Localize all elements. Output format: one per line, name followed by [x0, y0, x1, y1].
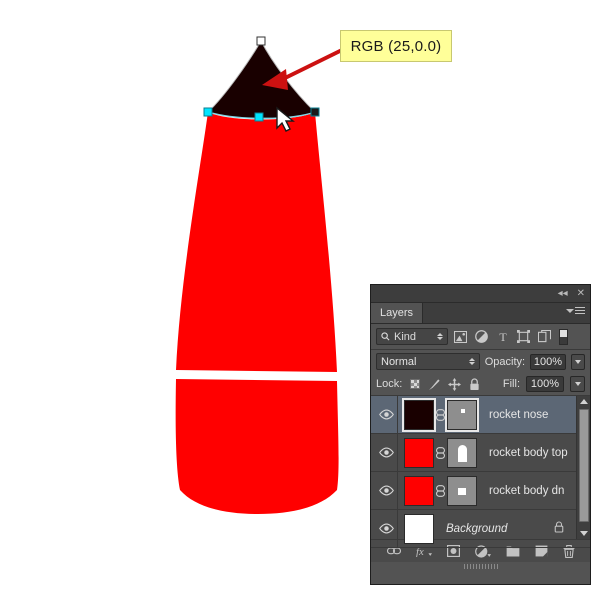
- lock-transparent-pixels-icon[interactable]: [408, 378, 421, 391]
- layer-name: rocket body dn: [489, 484, 565, 497]
- layer-row[interactable]: rocket nose: [371, 395, 590, 434]
- tab-layers-label: Layers: [380, 307, 414, 319]
- panel-menu-icon[interactable]: [566, 307, 585, 314]
- blend-row: Normal Opacity: 100%: [371, 350, 590, 373]
- rgb-callout-box: RGB (25,0.0): [340, 30, 452, 62]
- layer-mask-thumbnail[interactable]: [445, 397, 479, 432]
- filter-kind-label: Kind: [394, 330, 417, 343]
- filter-kind-select[interactable]: Kind: [376, 328, 448, 345]
- blend-mode-spinner[interactable]: [468, 358, 475, 365]
- layer-visibility-eye-icon[interactable]: [375, 523, 397, 534]
- lock-row: Lock: Fill: 100%: [371, 373, 590, 396]
- layer-mask-thumbnail[interactable]: [447, 475, 477, 506]
- rocket-nose-shape: [208, 41, 315, 119]
- layer-row[interactable]: rocket body top: [371, 433, 590, 472]
- collapse-double-arrow-icon[interactable]: ◂◂: [558, 288, 568, 299]
- layer-visibility-eye-icon[interactable]: [375, 485, 397, 496]
- scrollbar-thumb[interactable]: [579, 409, 589, 522]
- row-divider: [397, 433, 398, 472]
- scroll-down-arrow-icon[interactable]: [577, 528, 590, 539]
- layer-row[interactable]: Background: [371, 509, 590, 548]
- panel-titlebar: ◂◂ ✕: [371, 285, 590, 303]
- lock-label: Lock:: [376, 378, 403, 390]
- layer-name: rocket body top: [489, 446, 568, 459]
- fill-dropdown-icon[interactable]: [570, 376, 585, 392]
- svg-text:fx: fx: [416, 547, 424, 557]
- panel-tab-row: Layers: [371, 303, 590, 324]
- layer-visibility-eye-icon[interactable]: [375, 447, 397, 458]
- layer-thumbnail[interactable]: [404, 513, 434, 544]
- lock-position-icon[interactable]: [448, 377, 462, 391]
- layer-list[interactable]: rocket nose rocket body top rocket body dn…: [371, 395, 590, 548]
- mask-link-icon[interactable]: [434, 446, 447, 459]
- panel-resize-grip[interactable]: [371, 562, 590, 571]
- layers-panel[interactable]: ◂◂ ✕ Layers Kind T Normal Opacity: 100% …: [370, 284, 591, 585]
- layer-thumbnail[interactable]: [402, 397, 436, 432]
- filter-kind-spinner[interactable]: [437, 333, 443, 340]
- layer-list-scrollbar[interactable]: [576, 396, 590, 539]
- filter-row: Kind T: [371, 324, 590, 350]
- row-divider: [397, 509, 398, 548]
- lock-image-pixels-icon[interactable]: [428, 378, 441, 391]
- row-divider: [397, 395, 398, 434]
- close-icon[interactable]: ✕: [577, 288, 585, 299]
- opacity-input[interactable]: 100%: [530, 353, 566, 370]
- filter-toggle-switch[interactable]: [559, 328, 568, 345]
- anchor-point-right[interactable]: [310, 107, 320, 117]
- anchor-point-top[interactable]: [256, 36, 266, 46]
- layer-row[interactable]: rocket body dn: [371, 471, 590, 510]
- layer-thumbnail[interactable]: [404, 437, 434, 468]
- opacity-dropdown-icon[interactable]: [570, 353, 585, 370]
- layer-visibility-eye-icon[interactable]: [375, 409, 397, 420]
- smart-object-filter-icon[interactable]: [536, 328, 553, 345]
- rgb-callout-text: RGB (25,0.0): [350, 37, 442, 55]
- scroll-up-arrow-icon[interactable]: [577, 396, 590, 407]
- fill-label: Fill:: [502, 378, 520, 390]
- tab-layers[interactable]: Layers: [371, 303, 424, 323]
- row-divider: [397, 471, 398, 510]
- blend-mode-select[interactable]: Normal: [376, 353, 480, 370]
- mask-link-icon[interactable]: [434, 408, 447, 421]
- adjustment-filter-icon[interactable]: [473, 328, 490, 345]
- layer-name: Background: [446, 522, 508, 535]
- layer-locked-icon: [554, 521, 564, 536]
- layer-mask-thumbnail[interactable]: [447, 437, 477, 468]
- tab-strip-empty: [423, 303, 590, 323]
- lock-all-icon[interactable]: [468, 377, 481, 391]
- fill-input[interactable]: 100%: [526, 376, 564, 392]
- shape-filter-icon[interactable]: [515, 328, 532, 345]
- opacity-label: Opacity:: [484, 355, 526, 368]
- layer-name: rocket nose: [489, 408, 549, 421]
- type-filter-icon[interactable]: T: [494, 328, 511, 345]
- anchor-point-mid[interactable]: [254, 112, 264, 122]
- image-filter-icon[interactable]: [452, 328, 469, 345]
- blend-mode-value: Normal: [381, 355, 417, 368]
- mask-link-icon[interactable]: [434, 484, 447, 497]
- svg-text:T: T: [499, 330, 507, 343]
- search-icon: [381, 332, 390, 341]
- rocket-body-dn-shape: [175, 379, 339, 514]
- layer-thumbnail[interactable]: [404, 475, 434, 506]
- anchor-point-left[interactable]: [203, 107, 213, 117]
- rocket-body-top-shape: [176, 112, 337, 372]
